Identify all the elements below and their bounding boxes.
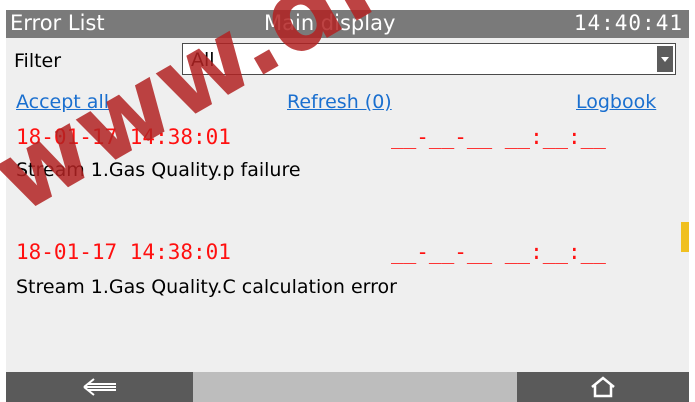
error-list-screen: Error List Main display 14:40:41 Filter … <box>6 10 689 402</box>
display-name: Main display <box>264 11 396 35</box>
entry-message: Stream 1.Gas Quality.C calculation error <box>16 276 397 298</box>
filter-label: Filter <box>14 50 62 72</box>
side-marker <box>681 222 689 252</box>
entry-timestamp: 18-01-17 14:38:01 <box>16 125 231 149</box>
logbook-link[interactable]: Logbook <box>576 91 656 113</box>
arrow-left-icon <box>82 378 116 396</box>
refresh-link[interactable]: Refresh (0) <box>287 91 392 113</box>
clock: 14:40:41 <box>573 11 683 35</box>
home-icon <box>591 376 615 398</box>
bottom-nav-bar <box>6 372 689 402</box>
entry-message: Stream 1.Gas Quality.p failure <box>16 159 301 181</box>
entry-timestamp: 18-01-17 14:38:01 <box>16 240 231 264</box>
filter-value: All <box>191 49 215 71</box>
entry-ack-time: __-__-__ __:__:__ <box>391 240 606 264</box>
entry-ack-time: __-__-__ __:__:__ <box>391 125 606 149</box>
screen-title: Error List <box>10 11 105 35</box>
back-button[interactable] <box>6 372 193 402</box>
home-button[interactable] <box>517 372 689 402</box>
filter-dropdown[interactable]: All <box>182 43 676 75</box>
title-bar: Error List Main display 14:40:41 <box>6 10 689 38</box>
accept-all-link[interactable]: Accept all <box>16 91 109 113</box>
chevron-down-icon[interactable] <box>657 46 673 72</box>
